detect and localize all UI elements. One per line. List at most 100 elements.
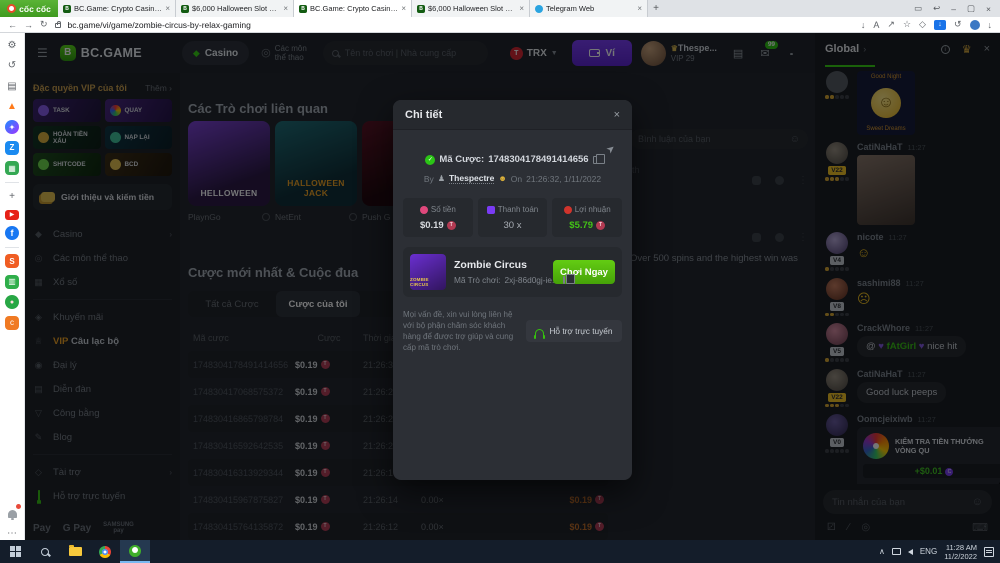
- network-icon[interactable]: [892, 548, 901, 555]
- stat-payout: Thanh toán 30 x: [478, 198, 548, 237]
- back-icon[interactable]: ←: [8, 20, 17, 30]
- modal-game-card: ZOMBIE CIRCUS Zombie Circus Mã Trò chơi:…: [403, 247, 622, 297]
- save-icon[interactable]: ↓: [988, 20, 993, 30]
- chrome-button[interactable]: [90, 540, 120, 563]
- headset-icon: [535, 329, 544, 336]
- payout-icon: [487, 206, 495, 214]
- taskbar-search-button[interactable]: [30, 540, 60, 563]
- zalo-icon[interactable]: Z: [5, 141, 19, 155]
- messenger-icon[interactable]: ✦: [5, 120, 19, 134]
- tab-close-icon[interactable]: ×: [165, 4, 170, 13]
- coccoc-brand-label: cốc cốc: [19, 4, 51, 14]
- shopee-icon[interactable]: S: [5, 254, 19, 268]
- bcgame-favicon: B: [417, 5, 425, 13]
- trx-coin-icon: T: [447, 221, 456, 230]
- speaker-icon[interactable]: [908, 549, 913, 555]
- bcgame-site: ☰ B BC.GAME ◆ Casino ◎ Các mônthể thao T…: [25, 33, 1000, 540]
- file-explorer-button[interactable]: [60, 540, 90, 563]
- maximize-button[interactable]: ▢: [967, 3, 975, 14]
- live-support-button[interactable]: Hỗ trợ trực tuyến: [526, 320, 622, 342]
- telegram-favicon: [535, 5, 543, 13]
- divider: [5, 247, 19, 248]
- copy-icon[interactable]: [563, 276, 565, 284]
- hot-trends-icon[interactable]: ▲: [5, 100, 19, 114]
- history-icon[interactable]: ↺: [5, 59, 19, 73]
- tab-close-icon[interactable]: ×: [637, 4, 642, 13]
- coccoc-logo-icon: [7, 4, 16, 13]
- support-note: Mọi vấn đề, xin vui lòng liên hệ với bộ …: [403, 309, 518, 353]
- bell-icon[interactable]: [5, 506, 19, 520]
- stat-profit: Lợi nhuận $5.79T: [552, 198, 622, 237]
- amount-icon: [420, 206, 428, 214]
- bet-details-modal: Chi tiết × ➤ ✓ Mã Cược: 1748304178491414…: [393, 100, 632, 480]
- verified-check-icon: ✓: [425, 155, 435, 165]
- close-icon[interactable]: ×: [614, 109, 620, 121]
- facebook-icon[interactable]: f: [5, 226, 19, 240]
- cart-icon[interactable]: c: [5, 316, 19, 330]
- bcgame-favicon: B: [181, 5, 189, 13]
- adblock-shield-icon[interactable]: ◇: [919, 19, 926, 30]
- download-page-icon[interactable]: ↓: [861, 20, 866, 30]
- profit-icon: [564, 206, 572, 214]
- trx-coin-icon: T: [596, 221, 605, 230]
- tab-close-icon[interactable]: ×: [401, 4, 406, 13]
- start-button[interactable]: [0, 540, 30, 563]
- gear-icon[interactable]: ⚙: [5, 38, 19, 52]
- divider: [5, 182, 19, 183]
- browser-tab-2[interactable]: B $6,000 Halloween Slot Battle ×: [176, 0, 294, 17]
- reading-mode-icon[interactable]: ▭: [914, 3, 922, 14]
- minimize-button[interactable]: –: [951, 4, 956, 14]
- add-shortcut-icon[interactable]: +: [5, 189, 19, 203]
- game-thumbnail[interactable]: ZOMBIE CIRCUS: [410, 254, 446, 290]
- bet-username[interactable]: Thespectre: [449, 173, 494, 184]
- tab-close-icon[interactable]: ×: [283, 4, 288, 13]
- youtube-icon[interactable]: ▶: [5, 210, 19, 220]
- browser-tab-bar: cốc cốc B BC.Game: Crypto Casino Gan × B…: [0, 0, 1000, 17]
- zalopay-icon[interactable]: ●: [5, 295, 19, 309]
- more-icon[interactable]: ⋯: [5, 526, 19, 540]
- downloads-button[interactable]: ↓: [934, 20, 946, 30]
- new-tab-button[interactable]: +: [648, 0, 664, 17]
- clock[interactable]: 11:28 AM11/2/2022: [944, 543, 977, 561]
- stat-amount: Số tiền $0.19T: [403, 198, 473, 237]
- game-title: Zombie Circus: [454, 259, 545, 271]
- forward-icon[interactable]: →: [24, 20, 33, 30]
- bcgame-favicon: B: [63, 5, 71, 13]
- translate-icon[interactable]: A: [873, 20, 879, 30]
- shop-bag-icon[interactable]: ▥: [5, 275, 19, 289]
- profile-avatar-icon[interactable]: [970, 20, 980, 30]
- url-text[interactable]: bc.game/vi/game/zombie-circus-by-relax-g…: [68, 20, 251, 30]
- action-center-icon[interactable]: [984, 547, 994, 557]
- browser-tab-3-active[interactable]: B BC.Game: Crypto Casino Gan ×: [294, 0, 412, 17]
- bet-id-label: Mã Cược:: [439, 154, 484, 165]
- modal-header: Chi tiết ×: [393, 100, 632, 130]
- money-face-emoji: ☻: [498, 174, 506, 183]
- coccoc-taskbar-button[interactable]: [120, 540, 150, 563]
- copy-icon[interactable]: [593, 156, 600, 164]
- bet-id-value: 1748304178491414656: [488, 154, 588, 165]
- bcgame-favicon: B: [299, 5, 307, 13]
- tab-close-icon[interactable]: ×: [519, 4, 524, 13]
- modal-title: Chi tiết: [405, 109, 442, 121]
- window-restore-icon[interactable]: ↩: [933, 3, 940, 14]
- player-icon: ♟: [438, 174, 445, 183]
- browser-tab-4[interactable]: B $6,000 Halloween Slot Battle ×: [412, 0, 530, 17]
- sync-icon[interactable]: ↺: [954, 19, 962, 30]
- browser-tab-5[interactable]: Telegram Web ×: [530, 0, 648, 17]
- bet-datetime: 21:26:32, 1/11/2022: [526, 174, 601, 184]
- browser-side-strip: ⚙ ↺ ▤ ▲ ✦ Z ▦ + ▶ f S ▥ ● c ⋯: [0, 33, 25, 540]
- bookmark-star-icon[interactable]: ☆: [903, 19, 911, 30]
- share-page-icon[interactable]: ↗: [887, 19, 895, 30]
- address-bar: ← → ↻ bc.game/vi/game/zombie-circus-by-r…: [0, 17, 1000, 33]
- lock-icon[interactable]: [55, 23, 61, 28]
- reading-list-icon[interactable]: ▤: [5, 79, 19, 93]
- games-icon[interactable]: ▦: [5, 161, 19, 175]
- close-button[interactable]: ×: [986, 4, 991, 14]
- windows-taskbar: ∧ ENG 11:28 AM11/2/2022: [0, 540, 1000, 563]
- reload-icon[interactable]: ↻: [40, 19, 48, 30]
- hidden-icons-chevron[interactable]: ∧: [879, 547, 885, 556]
- coccoc-brand-button[interactable]: cốc cốc: [0, 0, 58, 17]
- game-code-value: 2xj-86d0gj-ie...: [504, 275, 558, 285]
- browser-tab-1[interactable]: B BC.Game: Crypto Casino Gan ×: [58, 0, 176, 17]
- language-indicator[interactable]: ENG: [920, 547, 937, 556]
